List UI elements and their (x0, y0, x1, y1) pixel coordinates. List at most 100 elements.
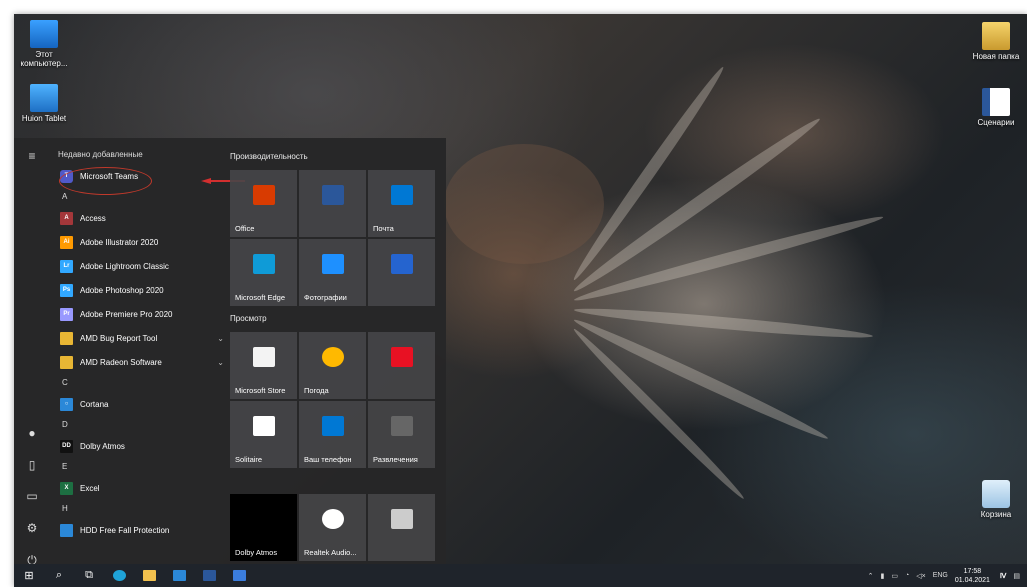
taskbar-app-icon[interactable]: Ⅳ (1000, 572, 1006, 580)
tile-news[interactable] (368, 332, 435, 399)
tile-office[interactable]: Office (230, 170, 297, 237)
app-list: Недавно добавленные T Microsoft Teams AA… (54, 146, 245, 542)
hamburger-icon[interactable]: ≡ (22, 146, 42, 166)
app-list-item[interactable]: Lr Adobe Lightroom Classic (54, 254, 224, 278)
app-label: Adobe Illustrator 2020 (80, 237, 159, 247)
app-list-item[interactable]: DD Dolby Atmos (54, 434, 224, 458)
app-label: Adobe Lightroom Classic (80, 261, 169, 271)
start-button[interactable]: ⊞ (14, 564, 44, 587)
todo-icon (390, 254, 413, 275)
app-list-item[interactable]: A Access (54, 206, 224, 230)
app-icon: Lr (60, 259, 73, 273)
tile-label: Dolby Atmos (235, 548, 278, 557)
desktop-icon-scenarios[interactable]: Сценарии (966, 88, 1026, 127)
tile-dolby[interactable]: Dolby Atmos (230, 494, 297, 561)
taskbar-mail[interactable] (164, 564, 194, 587)
notification-icon[interactable]: ▤ (1013, 572, 1020, 580)
tile-edge[interactable]: Microsoft Edge (230, 239, 297, 306)
tile-label: Ваш телефон (304, 455, 352, 464)
chevron-down-icon[interactable]: ⌄ (217, 358, 224, 367)
recycle-bin-icon (982, 480, 1010, 508)
tile-mail[interactable]: Почта (368, 170, 435, 237)
user-avatar-icon[interactable]: ● (22, 423, 42, 443)
app-list-item[interactable]: Ps Adobe Photoshop 2020 (54, 278, 224, 302)
documents-icon[interactable]: ▯ (22, 455, 42, 475)
app-list-item[interactable]: Pr Adobe Premiere Pro 2020 (54, 302, 224, 326)
desktop-icon-new-folder[interactable]: Новая папка (966, 22, 1026, 61)
app-list-item[interactable]: Ai Adobe Illustrator 2020 (54, 230, 224, 254)
office-apps-icon (321, 185, 344, 206)
network-icon[interactable]: ◔ (905, 572, 909, 579)
desktop: Этот компьютер... Huion Tablet Новая пап… (14, 14, 1027, 587)
tile-photos[interactable]: Фотографии (299, 239, 366, 306)
settings-gear-icon[interactable]: ⚙ (22, 518, 42, 538)
word-document-icon (982, 88, 1010, 116)
tile-weather[interactable]: Погода (299, 332, 366, 399)
clock[interactable]: 17:58 01.04.2021 (955, 567, 990, 585)
app-icon: Ps (60, 283, 73, 297)
app-label: AMD Bug Report Tool (80, 333, 158, 343)
task-view-button[interactable]: ⧉ (74, 564, 104, 587)
search-button[interactable]: ⌕ (44, 564, 74, 587)
app-list-item[interactable]: X Excel (54, 476, 224, 500)
photos-icon (321, 254, 344, 275)
app-icon: ○ (60, 397, 73, 411)
app-label: AMD Radeon Software (80, 357, 162, 367)
recent-header: Недавно добавленные (58, 150, 143, 159)
desktop-icon-huion-tablet[interactable]: Huion Tablet (14, 84, 74, 123)
app-label: Adobe Photoshop 2020 (80, 285, 164, 295)
entertainment-icon (390, 416, 413, 437)
app-icon: Ai (60, 235, 73, 249)
app-list-item[interactable]: ○ Cortana (54, 392, 224, 416)
desktop-icon-recycle-bin[interactable]: Корзина (966, 480, 1026, 519)
taskbar-word[interactable] (194, 564, 224, 587)
huion-tablet-icon (30, 84, 58, 112)
app-sections: A A Access Ai Adobe Illustrator 2020 Lr Adobe … (54, 188, 224, 542)
section-letter[interactable]: C (54, 374, 224, 392)
section-letter[interactable]: E (54, 458, 224, 476)
tile-entertainment[interactable]: Развлечения (368, 401, 435, 468)
edge-icon (112, 570, 126, 581)
security-icon (390, 509, 413, 530)
app-list-item[interactable]: AMD Bug Report Tool ⌄ (54, 326, 224, 350)
system-tray: ⌃ ▮ ▭ ◔ ◁× ENG 17:58 01.04.2021 Ⅳ ▤ (868, 564, 1027, 587)
app-list-item[interactable]: HDD Free Fall Protection (54, 518, 224, 542)
tile-phone[interactable]: Ваш телефон (299, 401, 366, 468)
app-icon (232, 570, 246, 581)
tile-office-apps[interactable] (299, 170, 366, 237)
app-list-item[interactable]: AMD Radeon Software ⌄ (54, 350, 224, 374)
tile-realtek[interactable]: Realtek Audio... (299, 494, 366, 561)
folder-icon (142, 570, 156, 581)
chevron-up-icon[interactable]: ⌃ (868, 572, 874, 580)
app-label: Access (80, 213, 106, 223)
tile-security[interactable] (368, 494, 435, 561)
taskbar-explorer[interactable] (134, 564, 164, 587)
microphone-icon[interactable]: ▮ (880, 572, 884, 580)
word-icon (202, 570, 216, 581)
section-letter[interactable]: H (54, 500, 224, 518)
battery-icon[interactable]: ▭ (891, 572, 898, 580)
tile-solitaire[interactable]: Solitaire (230, 401, 297, 468)
app-icon (60, 523, 73, 537)
taskbar: ⊞ ⌕ ⧉ ⌃ ▮ ▭ ◔ ◁× ENG 17:58 01.04.2021 Ⅳ … (14, 564, 1027, 587)
start-menu: ≡ ● ▯ ▭ ⚙ ⏻ Недавно добавленные T Micros… (14, 138, 446, 567)
news-icon (390, 347, 413, 368)
app-label: Adobe Premiere Pro 2020 (80, 309, 173, 319)
tile-group-productivity: Производительность (230, 152, 308, 161)
chevron-down-icon[interactable]: ⌄ (217, 334, 224, 343)
taskbar-edge[interactable] (104, 564, 134, 587)
office-icon (252, 185, 275, 206)
app-icon: A (60, 211, 73, 225)
volume-icon[interactable]: ◁× (916, 572, 925, 580)
language-indicator[interactable]: ENG (933, 572, 948, 579)
tile-todo[interactable] (368, 239, 435, 306)
windows-icon: ⊞ (24, 570, 34, 582)
app-label: Cortana (80, 399, 109, 409)
taskbar-teams[interactable] (224, 564, 254, 587)
desktop-icon-this-pc[interactable]: Этот компьютер... (14, 20, 74, 68)
tile-store[interactable]: Microsoft Store (230, 332, 297, 399)
section-letter[interactable]: D (54, 416, 224, 434)
weather-icon (321, 347, 344, 368)
pictures-icon[interactable]: ▭ (22, 486, 42, 506)
tile-label: Solitaire (235, 455, 263, 464)
